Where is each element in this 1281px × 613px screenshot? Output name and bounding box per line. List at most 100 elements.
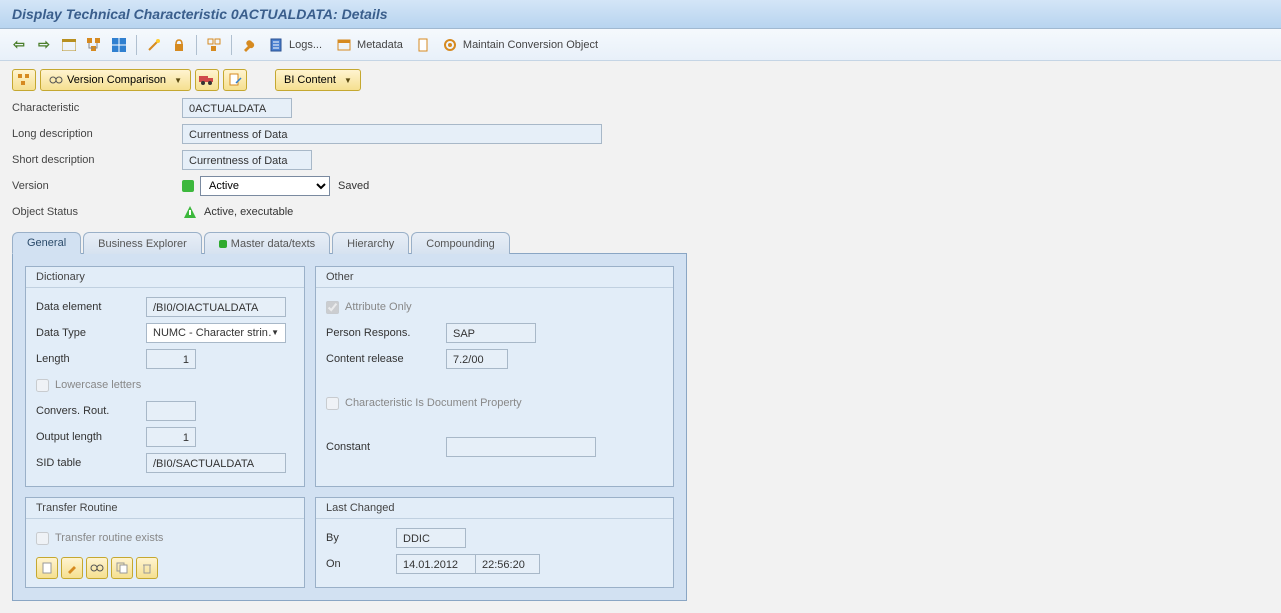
lock-button[interactable] bbox=[168, 34, 190, 56]
content-area: Version Comparison ▼ BI Content ▼ Charac… bbox=[0, 61, 1281, 609]
lowercase-checkbox[interactable]: Lowercase letters bbox=[36, 379, 141, 392]
attr-only-label: Attribute Only bbox=[345, 301, 412, 313]
transfer-group: Transfer Routine Transfer routine exists bbox=[25, 497, 305, 588]
data-type-value: NUMC - Character strin… bbox=[153, 325, 271, 341]
length-value: 1 bbox=[146, 349, 196, 369]
output-len-label: Output length bbox=[36, 431, 146, 443]
chevron-down-icon: ▼ bbox=[271, 325, 279, 341]
hierarchy-icon bbox=[87, 38, 101, 52]
bi-content-button[interactable]: BI Content ▼ bbox=[275, 69, 361, 91]
tool-button[interactable] bbox=[238, 34, 260, 56]
tab-master-label: Master data/texts bbox=[231, 238, 315, 250]
by-value: DDIC bbox=[396, 528, 466, 548]
attr-only-input[interactable] bbox=[326, 301, 339, 314]
metadata-label: Metadata bbox=[357, 39, 403, 51]
wand-icon bbox=[147, 38, 161, 52]
data-type-select[interactable]: NUMC - Character strin… ▼ bbox=[146, 323, 286, 343]
maintain-button[interactable]: Maintain Conversion Object bbox=[437, 34, 604, 56]
doclink-icon bbox=[228, 73, 242, 87]
transfer-exists-label: Transfer routine exists bbox=[55, 532, 163, 544]
tab-hierarchy-label: Hierarchy bbox=[347, 238, 394, 250]
release-label: Content release bbox=[326, 353, 446, 365]
tab-content: Dictionary Data element/BI0/OIACTUALDATA… bbox=[12, 254, 687, 601]
metadata-icon bbox=[337, 38, 351, 52]
release-value: 7.2/00 bbox=[446, 349, 508, 369]
doc-prop-checkbox[interactable]: Characteristic Is Document Property bbox=[326, 397, 522, 410]
toolbar-separator bbox=[231, 35, 232, 55]
on-label: On bbox=[326, 558, 396, 570]
back-button[interactable]: ⇦ bbox=[8, 34, 30, 56]
on-date: 14.01.2012 bbox=[396, 554, 476, 574]
long-desc-label: Long description bbox=[12, 128, 182, 140]
glasses-icon bbox=[90, 563, 104, 573]
tab-hierarchy[interactable]: Hierarchy bbox=[332, 232, 409, 254]
grid-button[interactable] bbox=[108, 34, 130, 56]
expand-tree-button[interactable] bbox=[12, 69, 36, 91]
doc-prop-input[interactable] bbox=[326, 397, 339, 410]
create-icon bbox=[41, 562, 53, 574]
trash-icon bbox=[141, 562, 153, 574]
edit-routine-button[interactable] bbox=[61, 557, 83, 579]
window-icon bbox=[62, 39, 76, 51]
short-desc-value: Currentness of Data bbox=[182, 150, 312, 170]
wrench-icon bbox=[242, 38, 256, 52]
doc-link-button[interactable] bbox=[223, 69, 247, 91]
attr-only-checkbox[interactable]: Attribute Only bbox=[326, 301, 412, 314]
version-select[interactable]: Active bbox=[200, 176, 330, 196]
create-routine-button[interactable] bbox=[36, 557, 58, 579]
arrow-left-icon: ⇦ bbox=[13, 36, 25, 53]
hierarchy-button[interactable] bbox=[83, 34, 105, 56]
glasses-icon bbox=[49, 75, 63, 85]
last-changed-title: Last Changed bbox=[316, 498, 673, 519]
gear-icon bbox=[443, 38, 457, 52]
forward-button[interactable]: ⇨ bbox=[33, 34, 55, 56]
chevron-down-icon: ▼ bbox=[174, 76, 182, 85]
tab-general[interactable]: General bbox=[12, 232, 81, 254]
constant-label: Constant bbox=[326, 441, 446, 453]
routine-button-row bbox=[36, 557, 294, 579]
whereused-icon bbox=[207, 38, 221, 52]
led-green-icon bbox=[219, 240, 227, 248]
page-title: Display Technical Characteristic 0ACTUAL… bbox=[0, 0, 1281, 29]
copy-routine-button[interactable] bbox=[111, 557, 133, 579]
logs-icon bbox=[269, 38, 283, 52]
logs-button[interactable]: Logs... bbox=[263, 34, 328, 56]
wand-button[interactable] bbox=[143, 34, 165, 56]
tab-bex[interactable]: Business Explorer bbox=[83, 232, 202, 254]
app-toolbar: ⇦ ⇨ Logs... Metadata Maintain Conversion… bbox=[0, 29, 1281, 61]
grid-icon bbox=[112, 38, 126, 52]
on-time: 22:56:20 bbox=[475, 554, 540, 574]
version-status: Saved bbox=[338, 180, 369, 192]
window-icon-button[interactable] bbox=[58, 34, 80, 56]
dictionary-title: Dictionary bbox=[26, 267, 304, 288]
person-label: Person Respons. bbox=[326, 327, 446, 339]
where-used-button[interactable] bbox=[203, 34, 225, 56]
length-label: Length bbox=[36, 353, 146, 365]
doc-button[interactable] bbox=[412, 34, 434, 56]
copy-icon bbox=[116, 562, 128, 574]
by-label: By bbox=[326, 532, 396, 544]
chevron-down-icon: ▼ bbox=[344, 76, 352, 85]
last-changed-group: Last Changed ByDDIC On14.01.201222:56:20 bbox=[315, 497, 674, 588]
sid-label: SID table bbox=[36, 457, 146, 469]
convers-value bbox=[146, 401, 196, 421]
executable-icon bbox=[182, 204, 198, 220]
display-routine-button[interactable] bbox=[86, 557, 108, 579]
version-comparison-button[interactable]: Version Comparison ▼ bbox=[40, 69, 191, 91]
tab-master[interactable]: Master data/texts bbox=[204, 232, 330, 254]
output-len-value: 1 bbox=[146, 427, 196, 447]
tab-compounding[interactable]: Compounding bbox=[411, 232, 510, 254]
lowercase-input[interactable] bbox=[36, 379, 49, 392]
delete-routine-button[interactable] bbox=[136, 557, 158, 579]
lowercase-label: Lowercase letters bbox=[55, 379, 141, 391]
characteristic-label: Characteristic bbox=[12, 102, 182, 114]
characteristic-value: 0ACTUALDATA bbox=[182, 98, 292, 118]
transfer-exists-checkbox[interactable]: Transfer routine exists bbox=[36, 532, 163, 545]
other-title: Other bbox=[316, 267, 673, 288]
toolbar-separator bbox=[196, 35, 197, 55]
transfer-exists-input[interactable] bbox=[36, 532, 49, 545]
data-element-label: Data element bbox=[36, 301, 146, 313]
transport-button[interactable] bbox=[195, 69, 219, 91]
metadata-button[interactable]: Metadata bbox=[331, 34, 409, 56]
person-value: SAP bbox=[446, 323, 536, 343]
